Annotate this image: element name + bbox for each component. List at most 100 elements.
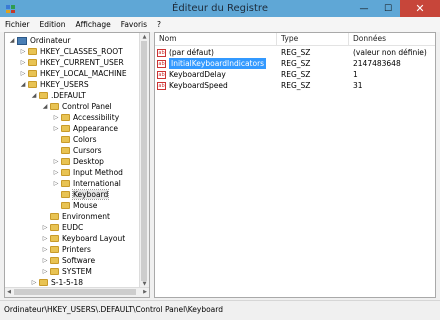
minimize-button[interactable]: — xyxy=(352,0,376,17)
menu-edition[interactable]: Edition xyxy=(35,20,71,29)
tree-node[interactable]: ▷ Input Method xyxy=(52,167,123,178)
value-row[interactable]: ab InitialKeyboardIndicators REG_SZ 2147483… xyxy=(155,58,435,69)
collapse-arrow-icon[interactable]: ◢ xyxy=(41,101,49,112)
tree-node-label: Software xyxy=(62,256,96,265)
tree-node[interactable]: ▷ Printers xyxy=(41,244,91,255)
folder-icon xyxy=(50,268,59,275)
tree-node[interactable]: ▷ HKEY_CLASSES_ROOT xyxy=(19,46,123,57)
value-data: (valeur non définie) xyxy=(353,48,427,57)
tree-node[interactable]: Cursors xyxy=(52,145,102,156)
folder-icon xyxy=(50,246,59,253)
scroll-left-icon[interactable]: ◀ xyxy=(5,288,13,297)
folder-icon xyxy=(50,235,59,242)
collapse-arrow-icon[interactable]: ◢ xyxy=(8,35,16,46)
folder-icon xyxy=(28,81,37,88)
tree-node[interactable]: ▷ International xyxy=(52,178,121,189)
tree-vertical-scroll-thumb[interactable] xyxy=(141,41,147,281)
tree-horizontal-scroll-thumb[interactable] xyxy=(14,289,136,295)
close-button[interactable]: ✕ xyxy=(400,0,440,17)
tree-node[interactable]: Colors xyxy=(52,134,97,145)
expand-arrow-icon[interactable]: ▷ xyxy=(41,266,49,277)
value-data: 31 xyxy=(353,81,363,90)
tree-node[interactable]: ▷ HKEY_LOCAL_MACHINE xyxy=(19,68,127,79)
tree-node[interactable]: ▷ EUDC xyxy=(41,222,84,233)
expand-arrow-icon[interactable]: ▷ xyxy=(41,222,49,233)
tree-node[interactable]: ◢ .DEFAULT xyxy=(30,90,86,101)
string-value-icon: ab xyxy=(157,59,166,68)
menu-help[interactable]: ? xyxy=(152,20,166,29)
expand-arrow-icon[interactable]: ▷ xyxy=(19,46,27,57)
value-row[interactable]: ab KeyboardSpeed REG_SZ 31 xyxy=(155,80,435,91)
title-bar[interactable]: Éditeur du Registre — ☐ ✕ xyxy=(0,0,440,17)
folder-icon xyxy=(28,70,37,77)
values-pane[interactable]: Nom Type Données ab (par défaut) REG_SZ (va… xyxy=(154,32,436,298)
tree-node[interactable]: Environment xyxy=(41,211,110,222)
tree-node[interactable]: ◢ Control Panel xyxy=(41,101,112,112)
folder-icon xyxy=(61,169,70,176)
status-path: Ordinateur\HKEY_USERS\.DEFAULT\Control P… xyxy=(4,305,223,314)
menu-affichage[interactable]: Affichage xyxy=(70,20,115,29)
maximize-button[interactable]: ☐ xyxy=(376,0,400,17)
scroll-right-icon[interactable]: ▶ xyxy=(141,288,149,297)
tree-node-label: HKEY_CLASSES_ROOT xyxy=(40,47,123,56)
menu-bar: Fichier Edition Affichage Favoris ? xyxy=(0,17,440,32)
value-data: 1 xyxy=(353,70,358,79)
tree-node-label: HKEY_CURRENT_USER xyxy=(40,58,124,67)
folder-icon xyxy=(61,180,70,187)
registry-tree-pane[interactable]: ◢ Ordinateur ▷ HKEY_CLASSES_ROOT ▷ HKEY_CURRE… xyxy=(4,32,150,298)
string-value-icon: ab xyxy=(157,70,166,79)
column-header-type[interactable]: Type xyxy=(277,33,349,45)
expand-arrow-icon[interactable]: ▷ xyxy=(41,255,49,266)
tree-node[interactable]: ▷ HKEY_CURRENT_USER xyxy=(19,57,124,68)
scroll-up-icon[interactable]: ▲ xyxy=(140,33,149,41)
tree-node[interactable]: ▷ SYSTEM xyxy=(41,266,92,277)
tree-node[interactable]: ▷ Appearance xyxy=(52,123,118,134)
tree-node-label: Keyboard Layout xyxy=(62,234,126,243)
expand-arrow-icon[interactable]: ▷ xyxy=(52,112,60,123)
tree-node-label: Keyboard xyxy=(71,189,110,200)
status-bar: Ordinateur\HKEY_USERS\.DEFAULT\Control P… xyxy=(0,300,440,320)
expand-arrow-icon[interactable]: ▷ xyxy=(41,244,49,255)
tree-node-label: .DEFAULT xyxy=(51,91,86,100)
column-header-name[interactable]: Nom xyxy=(155,33,277,45)
folder-icon xyxy=(50,224,59,231)
menu-fichier[interactable]: Fichier xyxy=(0,20,35,29)
tree-node[interactable]: ▷ Accessibility xyxy=(52,112,119,123)
tree-node[interactable]: ▷ Keyboard Layout xyxy=(41,233,125,244)
expand-arrow-icon[interactable]: ▷ xyxy=(19,68,27,79)
collapse-arrow-icon[interactable]: ◢ xyxy=(30,90,38,101)
value-row[interactable]: ab KeyboardDelay REG_SZ 1 xyxy=(155,69,435,80)
tree-node-label: Environment xyxy=(62,212,110,221)
expand-arrow-icon[interactable]: ▷ xyxy=(52,178,60,189)
tree-node[interactable]: ◢ HKEY_USERS xyxy=(19,79,89,90)
expand-arrow-icon[interactable]: ▷ xyxy=(41,233,49,244)
folder-icon xyxy=(61,114,70,121)
expand-arrow-icon[interactable]: ▷ xyxy=(52,156,60,167)
expand-arrow-icon[interactable]: ▷ xyxy=(52,167,60,178)
expand-arrow-icon[interactable]: ▷ xyxy=(19,57,27,68)
tree-node-label: Colors xyxy=(73,135,97,144)
value-name-cell: ab InitialKeyboardIndicators xyxy=(155,58,277,69)
folder-icon xyxy=(61,202,70,209)
tree-node[interactable]: ▷ Software xyxy=(41,255,95,266)
tree-horizontal-scrollbar[interactable]: ◀ ▶ xyxy=(5,287,149,297)
collapse-arrow-icon[interactable]: ◢ xyxy=(19,79,27,90)
value-name-cell: ab (par défaut) xyxy=(155,47,277,58)
expand-arrow-icon[interactable]: ▷ xyxy=(52,123,60,134)
folder-icon xyxy=(61,191,70,198)
tree-node[interactable]: Keyboard xyxy=(52,189,110,200)
tree-node-label: Control Panel xyxy=(62,102,112,111)
tree-node[interactable]: ◢ Ordinateur xyxy=(8,35,71,46)
folder-icon xyxy=(39,279,48,286)
menu-favoris[interactable]: Favoris xyxy=(116,20,152,29)
value-name-cell: ab KeyboardSpeed xyxy=(155,80,277,91)
tree-node-label: Printers xyxy=(62,245,91,254)
tree-node[interactable]: ▷ Desktop xyxy=(52,156,104,167)
tree-node[interactable]: Mouse xyxy=(52,200,97,211)
tree-vertical-scrollbar[interactable]: ▲ ▼ xyxy=(139,33,149,288)
column-header-data[interactable]: Données xyxy=(349,33,435,45)
tree-node-label: Desktop xyxy=(73,157,104,166)
value-row[interactable]: ab (par défaut) REG_SZ (valeur non définie) xyxy=(155,47,435,58)
value-type: REG_SZ xyxy=(281,48,311,57)
